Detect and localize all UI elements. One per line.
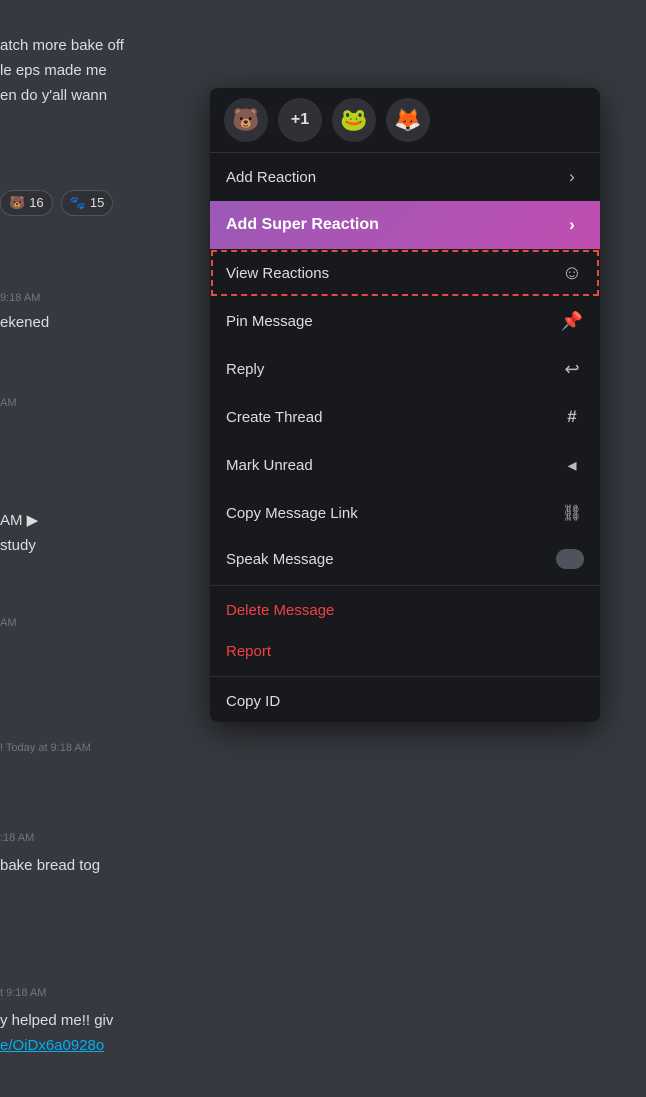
bg-text-2: le eps made me	[0, 60, 107, 83]
bg-ts-4: AM	[0, 615, 17, 632]
menu-item-create-thread[interactable]: Create Thread #	[210, 393, 600, 441]
reaction-count-1: 16	[29, 193, 43, 213]
menu-label-add-reaction: Add Reaction	[226, 169, 560, 186]
unread-icon: ◂	[560, 453, 584, 477]
emoji-quick-row: 🐻 +1 🐸 🦊	[210, 88, 600, 153]
quick-emoji-3[interactable]: 🐸	[332, 98, 376, 142]
menu-label-delete-message: Delete Message	[226, 602, 584, 619]
menu-label-copy-id: Copy ID	[226, 693, 584, 710]
bg-ts-3: AM ▶	[0, 510, 38, 533]
menu-item-pin-message[interactable]: Pin Message 📌	[210, 297, 600, 345]
menu-label-reply: Reply	[226, 361, 560, 378]
smiley-icon: ☺	[560, 261, 584, 285]
menu-divider-bottom	[210, 676, 600, 677]
quick-emoji-1[interactable]: 🐻	[224, 98, 268, 142]
menu-item-report[interactable]: Report	[210, 631, 600, 672]
bg-ts-2: AM	[0, 395, 17, 412]
menu-item-add-reaction[interactable]: Add Reaction ›	[210, 153, 600, 201]
reaction-badge-2[interactable]: 🐾 15	[61, 190, 114, 216]
menu-divider-danger	[210, 585, 600, 586]
thread-icon: #	[560, 405, 584, 429]
menu-item-delete-message[interactable]: Delete Message	[210, 590, 600, 631]
reaction-count-2: 15	[90, 193, 104, 213]
bg-ts-6: :18 AM	[0, 830, 34, 847]
context-menu: 🐻 +1 🐸 🦊 Add Reaction › Add Super Reacti…	[210, 88, 600, 722]
bg-ts-5: ! Today at 9:18 AM	[0, 740, 91, 757]
reaction-emoji-1: 🐻	[9, 193, 25, 213]
reaction-emoji-2: 🐾	[70, 193, 86, 213]
menu-label-copy-message-link: Copy Message Link	[226, 505, 560, 522]
menu-label-add-super-reaction: Add Super Reaction	[226, 216, 560, 234]
link-icon: ⛓	[560, 501, 584, 525]
reaction-badge-1[interactable]: 🐻 16	[0, 190, 53, 216]
pin-icon: 📌	[560, 309, 584, 333]
menu-label-view-reactions: View Reactions	[226, 265, 560, 282]
reply-icon: ↩	[560, 357, 584, 381]
menu-label-report: Report	[226, 643, 584, 660]
menu-item-reply[interactable]: Reply ↩	[210, 345, 600, 393]
menu-label-create-thread: Create Thread	[226, 409, 560, 426]
menu-label-speak-message: Speak Message	[226, 551, 556, 568]
bg-text-14: y helped me!! giv	[0, 1010, 113, 1033]
menu-item-speak-message[interactable]: Speak Message	[210, 537, 600, 581]
bg-link-1[interactable]: e/OiDx6a0928o	[0, 1035, 104, 1058]
bg-text-12: bake bread tog	[0, 855, 100, 878]
menu-item-view-reactions[interactable]: View Reactions ☺	[210, 249, 600, 297]
bg-ts-7: t 9:18 AM	[0, 985, 46, 1002]
bg-ts-1: 9:18 AM	[0, 290, 40, 307]
quick-emoji-4[interactable]: 🦊	[386, 98, 430, 142]
quick-emoji-2[interactable]: +1	[278, 98, 322, 142]
menu-item-copy-message-link[interactable]: Copy Message Link ⛓	[210, 489, 600, 537]
menu-label-pin-message: Pin Message	[226, 313, 560, 330]
speak-toggle[interactable]	[556, 549, 584, 569]
menu-label-mark-unread: Mark Unread	[226, 457, 560, 474]
bg-text-8: study	[0, 535, 36, 558]
menu-item-add-super-reaction[interactable]: Add Super Reaction ›	[210, 201, 600, 249]
bg-text-3: en do y'all wann	[0, 85, 107, 108]
bg-text-1: atch more bake off	[0, 35, 124, 58]
chevron-right-icon-reaction: ›	[560, 165, 584, 189]
menu-item-mark-unread[interactable]: Mark Unread ◂	[210, 441, 600, 489]
chevron-right-icon-super: ›	[560, 213, 584, 237]
bg-text-5: ekened	[0, 312, 49, 335]
menu-item-copy-id[interactable]: Copy ID	[210, 681, 600, 722]
